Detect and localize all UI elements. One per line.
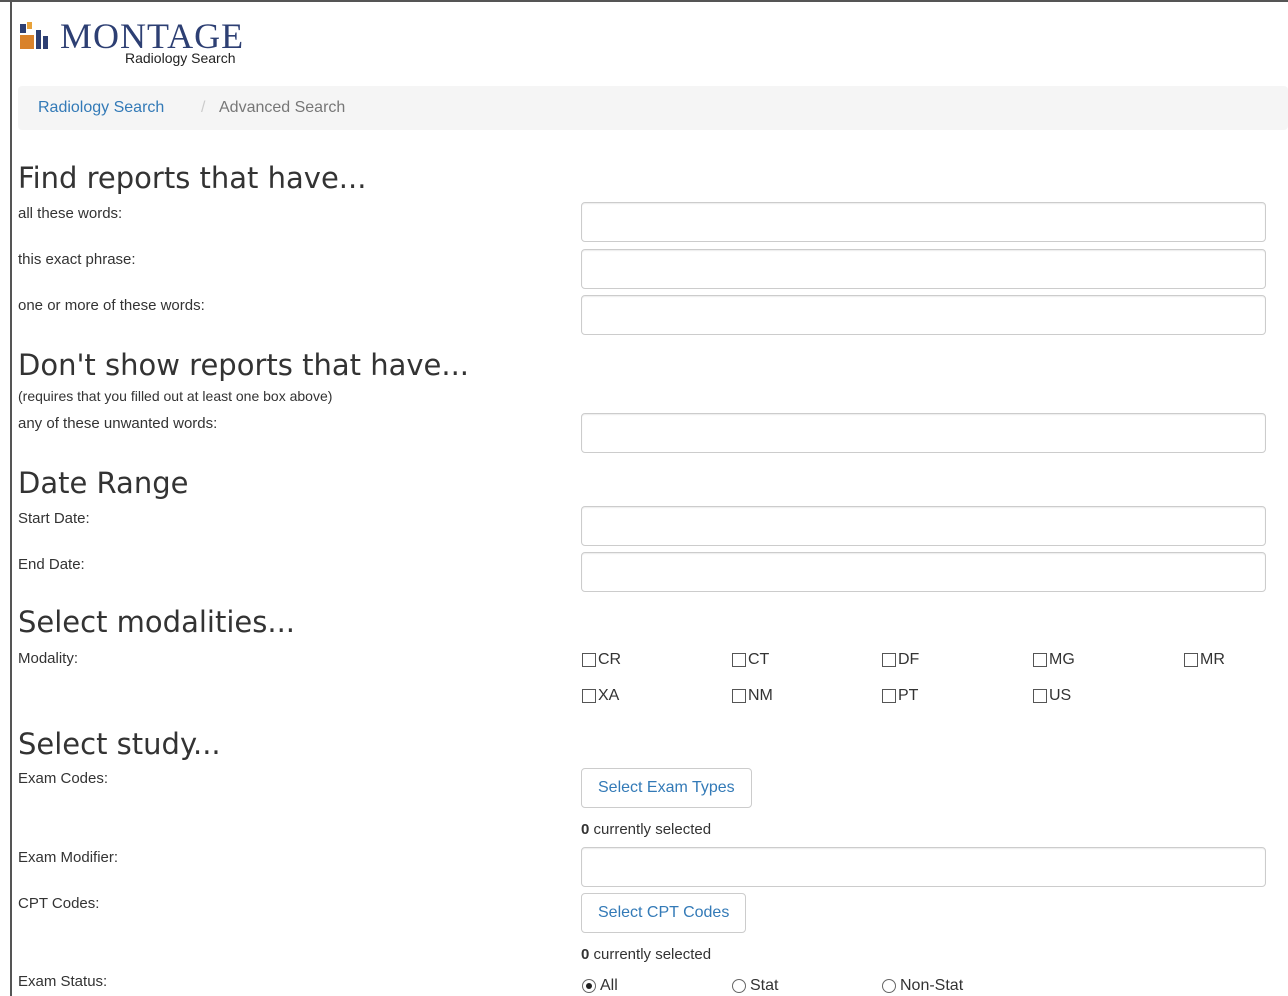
radio-dot-selected[interactable] [582,979,596,993]
find-section-heading: Find reports that have... [18,161,367,195]
start-date-label: Start Date: [18,510,90,527]
modality-checkbox-cr[interactable]: CR [582,649,621,671]
exclude-section-heading: Don't show reports that have... [18,348,470,382]
end-date-label: End Date: [18,556,85,573]
exam-modifier-input[interactable] [581,847,1266,887]
checkbox-box[interactable] [732,653,746,667]
breadcrumb: Radiology Search / Advanced Search [18,86,1288,130]
cpt-selected-text: currently selected [589,946,712,963]
breadcrumb-link-radiology-search[interactable]: Radiology Search [38,86,164,130]
modality-label: Modality: [18,650,79,667]
exclude-section-note: (requires that you filled out at least o… [18,388,333,404]
breadcrumb-current-page: Advanced Search [219,99,346,116]
breadcrumb-separator: / [201,99,206,116]
modality-checkbox-ct[interactable]: CT [732,649,769,671]
unwanted-words-input[interactable] [581,413,1266,453]
exam-status-radio-all[interactable]: All [582,976,618,996]
modality-checkbox-us[interactable]: US [1033,685,1071,707]
checkbox-label: US [1049,687,1072,704]
modality-checkbox-df[interactable]: DF [882,649,919,671]
checkbox-box[interactable] [882,689,896,703]
radio-label: All [600,977,618,994]
checkbox-label: DF [898,651,920,668]
checkbox-box[interactable] [582,689,596,703]
start-date-input[interactable] [581,506,1266,546]
window-left-border [10,0,12,996]
exam-codes-label: Exam Codes: [18,770,109,787]
window-top-border [0,0,1288,2]
end-date-input[interactable] [581,552,1266,592]
checkbox-box[interactable] [1033,689,1047,703]
exam-selected-count: 0 currently selected [581,821,711,838]
checkbox-box[interactable] [582,653,596,667]
cpt-selected-count: 0 currently selected [581,946,711,963]
any-words-label: one or more of these words: [18,297,205,314]
study-heading: Select study... [18,727,221,761]
modalities-heading: Select modalities... [18,605,296,639]
checkbox-box[interactable] [882,653,896,667]
select-exam-types-button[interactable]: Select Exam Types [581,768,752,808]
radio-label: Stat [750,977,779,994]
date-range-heading: Date Range [18,466,189,500]
checkbox-label: XA [598,687,620,704]
all-words-input[interactable] [581,202,1266,242]
radio-dot[interactable] [882,979,896,993]
select-cpt-codes-button[interactable]: Select CPT Codes [581,893,747,933]
brand-subtitle: Radiology Search [125,50,236,66]
exact-phrase-label: this exact phrase: [18,251,136,268]
exam-selected-text: currently selected [589,821,712,838]
checkbox-label: NM [748,687,773,704]
unwanted-words-label: any of these unwanted words: [18,415,218,432]
checkbox-box[interactable] [1033,653,1047,667]
montage-logo-icon [20,22,48,49]
exam-status-radio-stat[interactable]: Stat [732,976,778,996]
modality-checkbox-xa[interactable]: XA [582,685,619,707]
checkbox-box[interactable] [732,689,746,703]
any-words-input[interactable] [581,295,1266,335]
exam-status-radio-non-stat[interactable]: Non-Stat [882,976,963,996]
exact-phrase-input[interactable] [581,249,1266,289]
checkbox-label: MR [1200,651,1225,668]
radio-dot[interactable] [732,979,746,993]
checkbox-box[interactable] [1184,653,1198,667]
cpt-codes-label: CPT Codes: [18,895,100,912]
exam-status-label: Exam Status: [18,973,108,990]
exam-modifier-label: Exam Modifier: [18,849,119,866]
checkbox-label: CT [748,651,770,668]
modality-checkbox-nm[interactable]: NM [732,685,773,707]
radio-label: Non-Stat [900,977,964,994]
checkbox-label: PT [898,687,919,704]
checkbox-label: CR [598,651,622,668]
all-words-label: all these words: [18,205,123,222]
modality-checkbox-mg[interactable]: MG [1033,649,1075,671]
modality-checkbox-mr[interactable]: MR [1184,649,1225,671]
checkbox-label: MG [1049,651,1075,668]
modality-checkbox-pt[interactable]: PT [882,685,918,707]
